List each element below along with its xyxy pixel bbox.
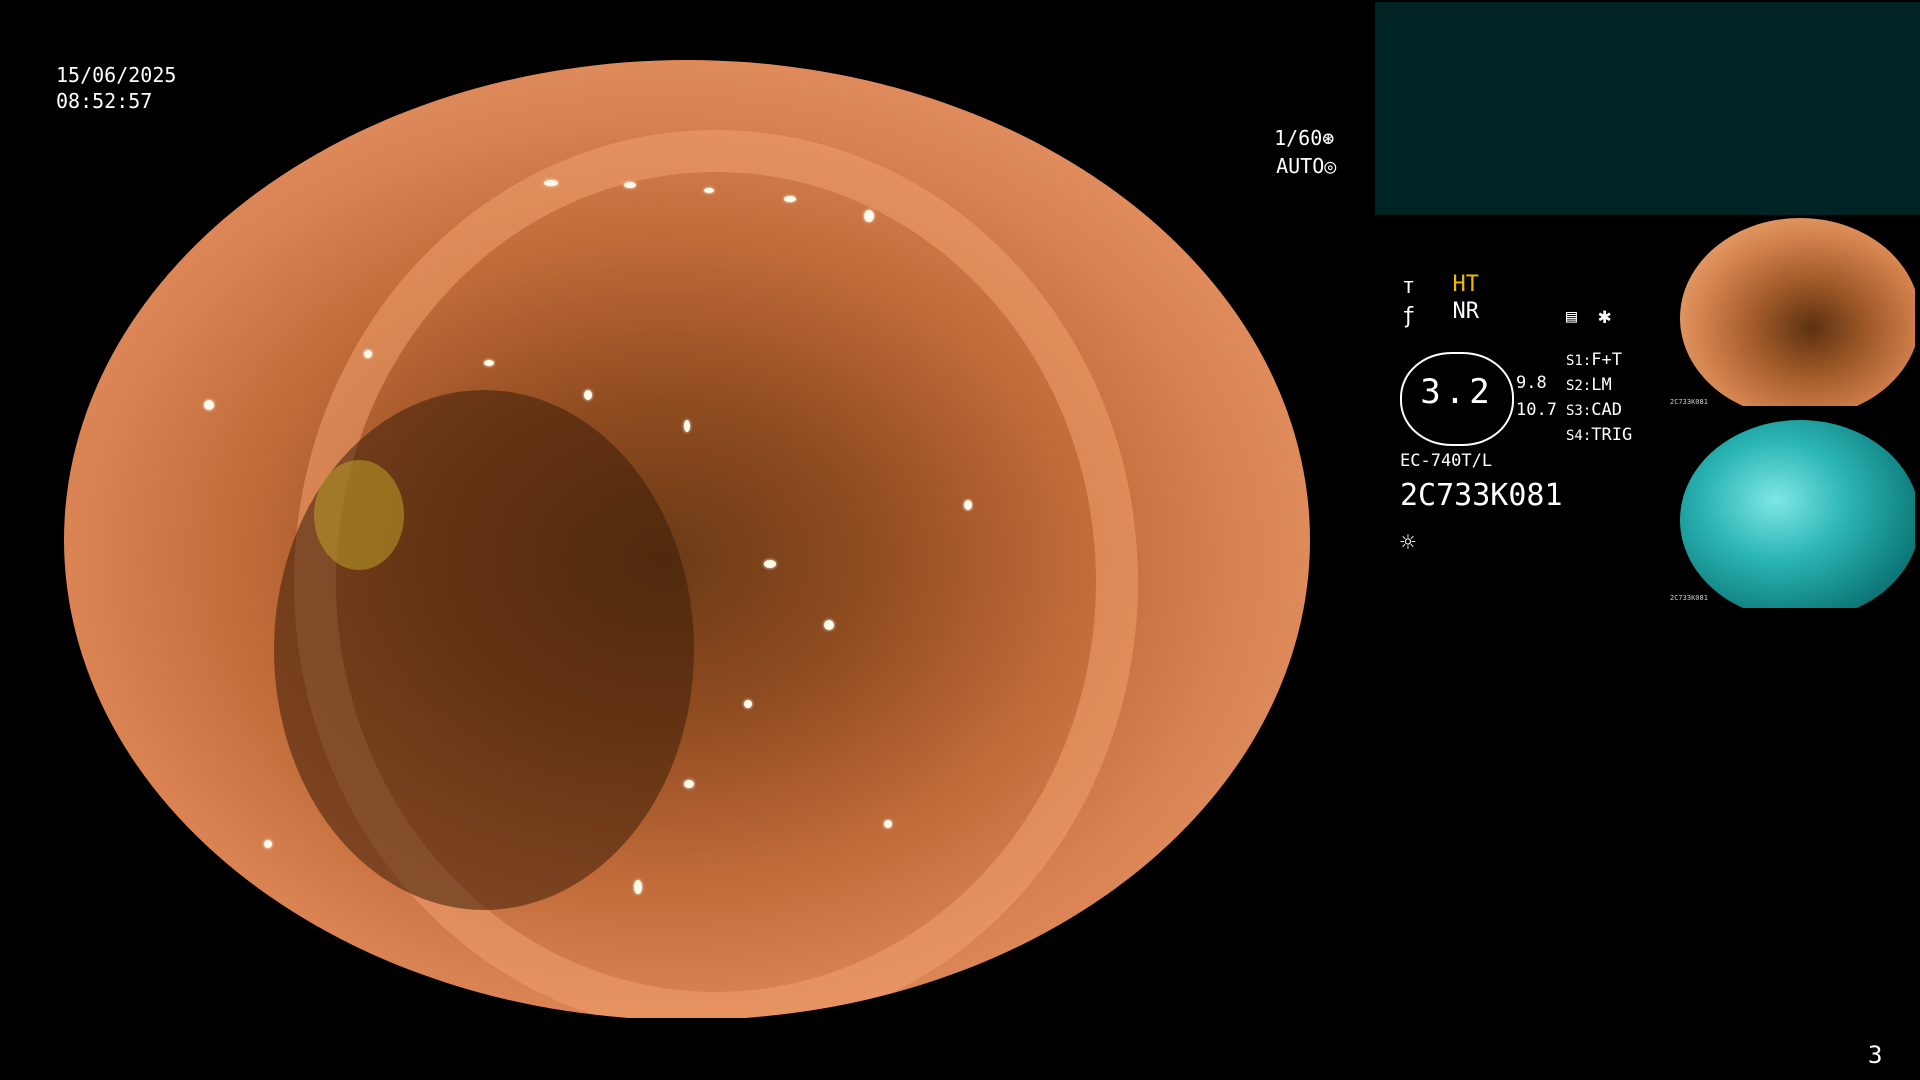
switch-1: S1:F+T xyxy=(1566,347,1622,375)
info-panel xyxy=(1375,2,1920,215)
switch-4: S4:TRIG xyxy=(1566,422,1632,450)
switch-value: TRIG xyxy=(1591,425,1633,445)
stool-residue xyxy=(314,460,404,570)
switch-value: F+T xyxy=(1591,350,1623,370)
exposure-value: AUTO xyxy=(1276,154,1325,178)
light-reflection xyxy=(364,350,372,358)
exam-time: 08:52:57 xyxy=(56,89,153,113)
thumbnail-2[interactable]: 2C733K081 xyxy=(1670,418,1915,608)
light-reflection xyxy=(684,780,694,788)
light-reflection xyxy=(544,180,558,186)
scope-model: EC-740T/L xyxy=(1400,451,1493,471)
switch-key: S2: xyxy=(1566,378,1592,394)
light-reflection xyxy=(764,560,776,568)
auto-iris-icon: ◎ xyxy=(1324,154,1337,178)
light-icon: ☼ xyxy=(1400,528,1416,558)
light-reflection xyxy=(634,880,642,894)
ht-label: HT xyxy=(1452,272,1480,297)
thumbnail-caption: 2C733K081 xyxy=(1670,398,1708,406)
enhancement-icon: ƒ xyxy=(1402,304,1416,329)
light-reflection xyxy=(884,820,892,828)
exposure-mode: AUTO◎ xyxy=(1252,126,1336,180)
page-number: 3 xyxy=(1868,1041,1883,1069)
nr-label: NR xyxy=(1452,299,1480,324)
light-reflection xyxy=(864,210,874,222)
light-reflection xyxy=(784,196,796,202)
light-reflection xyxy=(204,400,214,410)
thumbnail-caption: 2C733K081 xyxy=(1670,594,1708,602)
switch-2: S2:LM xyxy=(1566,372,1612,400)
light-reflection xyxy=(264,840,272,848)
switch-key: S4: xyxy=(1566,428,1592,444)
settings-flags: HT NR xyxy=(1426,244,1480,325)
light-reflection xyxy=(744,700,752,708)
light-reflection xyxy=(964,500,972,510)
memo-icon: ▤ xyxy=(1566,306,1577,327)
light-reflection xyxy=(624,182,636,188)
switch-key: S1: xyxy=(1566,353,1592,369)
switch-value: CAD xyxy=(1591,400,1623,420)
switch-3: S3:CAD xyxy=(1566,397,1622,425)
scope-dial: 3.2 xyxy=(1400,352,1514,446)
switch-value: LM xyxy=(1591,375,1612,395)
dial-value: 3.2 xyxy=(1420,372,1494,412)
light-reflection xyxy=(824,620,834,630)
light-reflection xyxy=(684,420,690,432)
light-reflection xyxy=(584,390,592,400)
exam-date: 15/06/2025 xyxy=(56,63,177,87)
value-a: 9.8 xyxy=(1516,373,1547,393)
switch-key: S3: xyxy=(1566,403,1592,419)
asterisk-icon: ✱ xyxy=(1598,304,1612,329)
light-reflection xyxy=(484,360,494,366)
endoscope-live-view xyxy=(64,60,1310,1020)
scope-serial: 2C733K081 xyxy=(1400,478,1563,513)
view-mask-bottom xyxy=(0,1018,1320,1080)
view-mask-top xyxy=(0,0,1320,60)
structure-icon: ᴛ xyxy=(1402,274,1416,299)
thumbnail-image xyxy=(1680,420,1915,608)
thumbnail-1[interactable]: 2C733K081 xyxy=(1670,216,1915,406)
value-b: 10.7 xyxy=(1516,400,1557,420)
thumbnail-image xyxy=(1680,218,1915,406)
light-reflection xyxy=(704,188,714,193)
